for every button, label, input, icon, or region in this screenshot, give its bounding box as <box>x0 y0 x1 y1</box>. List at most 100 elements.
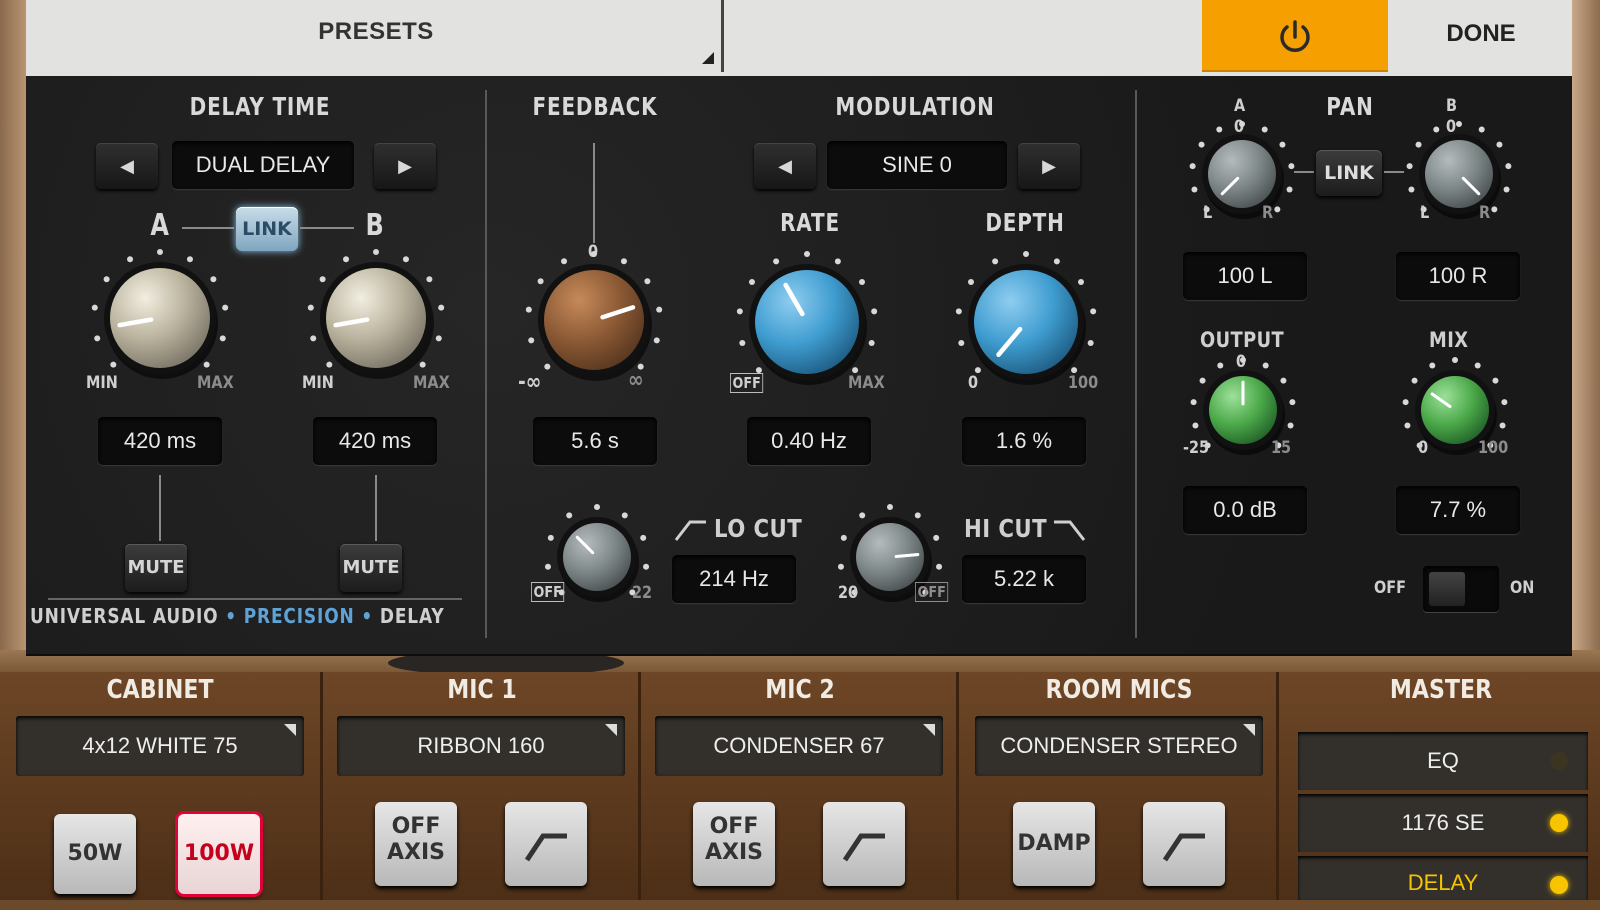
switch-off-label: OFF <box>1374 578 1407 598</box>
brand-separator: • <box>361 604 374 628</box>
rate-off-label: OFF <box>730 373 764 393</box>
feedback-knob[interactable] <box>520 251 670 401</box>
delay-a-max-label: MAX <box>197 373 234 393</box>
output-value: 0.0 dB <box>1183 486 1307 534</box>
lo-cut-value: 214 Hz <box>672 555 796 603</box>
delay-b-max-label: MAX <box>413 373 450 393</box>
delay-mode-prev-button[interactable]: ◀ <box>96 143 158 189</box>
mic2-dropdown[interactable]: CONDENSER 67 <box>655 716 943 776</box>
brand-delay: DELAY <box>379 604 445 628</box>
output-max-label: 15 <box>1271 438 1292 458</box>
depth-max-label: 100 <box>1068 373 1099 393</box>
mic2-section: MIC 2 CONDENSER 67 OFF AXIS <box>638 672 959 900</box>
delay-a-value: 420 ms <box>98 417 222 465</box>
waveform-next-button[interactable]: ▶ <box>1018 143 1080 189</box>
mute-connector <box>159 475 161 541</box>
mic2-title: MIC 2 <box>765 675 835 705</box>
mix-max-label: 100 <box>1478 438 1509 458</box>
master-eq-row[interactable]: EQ <box>1298 732 1588 790</box>
feedback-min-label: -∞ <box>518 370 542 395</box>
pan-b-label: B <box>1446 96 1458 116</box>
mic2-filter-button[interactable] <box>823 802 905 886</box>
cabinet-50w-button[interactable]: 50W <box>54 814 136 894</box>
depth-min-label: 0 <box>968 373 979 393</box>
cabinet-title: CABINET <box>106 675 214 705</box>
brand-precision: PRECISION <box>243 604 355 628</box>
mute-b-button[interactable]: MUTE <box>340 544 402 592</box>
waveform-prev-button[interactable]: ◀ <box>754 143 816 189</box>
output-title: OUTPUT <box>1200 328 1285 352</box>
mic1-section: MIC 1 RIBBON 160 OFF AXIS <box>320 672 641 900</box>
hi-cut-title: HI CUT <box>964 514 1047 543</box>
pan-title: PAN <box>1326 92 1374 121</box>
header-divider <box>721 0 724 72</box>
presets-button[interactable]: PRESETS <box>26 0 722 72</box>
delay-mode-display: DUAL DELAY <box>172 141 354 189</box>
pan-a-knob[interactable] <box>1185 121 1295 230</box>
dropdown-indicator <box>1243 724 1255 736</box>
done-label: DONE <box>1446 20 1516 47</box>
feedback-value: 5.6 s <box>533 417 657 465</box>
pan-a-value: 100 L <box>1183 252 1307 300</box>
room-filter-button[interactable] <box>1143 802 1225 886</box>
output-min-label: -25 <box>1183 438 1210 458</box>
presets-label: PRESETS <box>318 18 434 45</box>
cabinet-dropdown[interactable]: 4x12 WHITE 75 <box>16 716 304 776</box>
master-item-label: EQ <box>1427 748 1459 773</box>
pan-b-r-label: R <box>1479 203 1491 223</box>
background-right <box>1572 0 1600 660</box>
power-button[interactable] <box>1202 0 1388 72</box>
feedback-center-line <box>593 143 595 243</box>
depth-title: DEPTH <box>985 208 1065 237</box>
pan-link-connector <box>1384 171 1404 173</box>
mic1-filter-button[interactable] <box>505 802 587 886</box>
cabinet-section: CABINET 4x12 WHITE 75 50W 100W <box>0 672 320 900</box>
mute-a-button[interactable]: MUTE <box>125 544 187 592</box>
low-cut-icon <box>524 833 567 862</box>
dropdown-indicator <box>923 724 935 736</box>
pan-b-l-label: L <box>1420 203 1430 223</box>
mic2-selection: CONDENSER 67 <box>713 733 885 758</box>
rate-title: RATE <box>780 208 840 237</box>
lo-cut-title: LO CUT <box>714 514 803 543</box>
waveform-display: SINE 0 <box>827 141 1007 189</box>
background-left <box>0 0 26 660</box>
link-connector <box>182 227 234 229</box>
mic1-selection: RIBBON 160 <box>417 733 545 758</box>
pan-a-l-label: L <box>1203 203 1213 223</box>
brand-universal-audio: UNIVERSAL AUDIO <box>30 604 219 628</box>
presets-dropdown-indicator <box>702 52 714 64</box>
master-1176-row[interactable]: 1176 SE <box>1298 794 1588 852</box>
brand-label: UNIVERSAL AUDIO • PRECISION • DELAY <box>30 604 444 628</box>
switch-on-label: ON <box>1510 578 1535 598</box>
delay-status-led <box>1550 876 1568 894</box>
mix-title: MIX <box>1429 328 1469 352</box>
delay-mode-next-button[interactable]: ▶ <box>374 143 436 189</box>
cabinet-selection: 4x12 WHITE 75 <box>82 733 238 758</box>
rate-max-label: MAX <box>848 373 885 393</box>
mix-value: 7.7 % <box>1396 486 1520 534</box>
brand-rule <box>48 598 462 600</box>
mute-connector <box>375 475 377 541</box>
low-cut-icon <box>842 833 885 862</box>
delay-link-button[interactable]: LINK <box>236 207 298 251</box>
pan-b-knob[interactable] <box>1402 121 1512 230</box>
feedback-title: FEEDBACK <box>532 92 658 121</box>
pan-b-value: 100 R <box>1396 252 1520 300</box>
cabinet-100w-button[interactable]: 100W <box>178 814 260 894</box>
master-title: MASTER <box>1389 675 1493 705</box>
done-button[interactable]: DONE <box>1390 0 1572 72</box>
low-cut-icon <box>1162 833 1205 862</box>
pan-link-button[interactable]: LINK <box>1316 150 1382 196</box>
mic2-off-axis-button[interactable]: OFF AXIS <box>693 802 775 886</box>
master-delay-row[interactable]: DELAY <box>1298 856 1588 900</box>
delay-b-value: 420 ms <box>313 417 437 465</box>
lo-cut-max-label: 22 <box>632 583 653 603</box>
mic1-off-axis-button[interactable]: OFF AXIS <box>375 802 457 886</box>
room-damp-button[interactable]: DAMP <box>1013 802 1095 886</box>
mic1-dropdown[interactable]: RIBBON 160 <box>337 716 625 776</box>
link-connector <box>300 227 354 229</box>
room-mics-dropdown[interactable]: CONDENSER STEREO <box>975 716 1263 776</box>
channel-a-label: A <box>150 208 170 243</box>
wet-solo-toggle[interactable] <box>1423 566 1499 612</box>
